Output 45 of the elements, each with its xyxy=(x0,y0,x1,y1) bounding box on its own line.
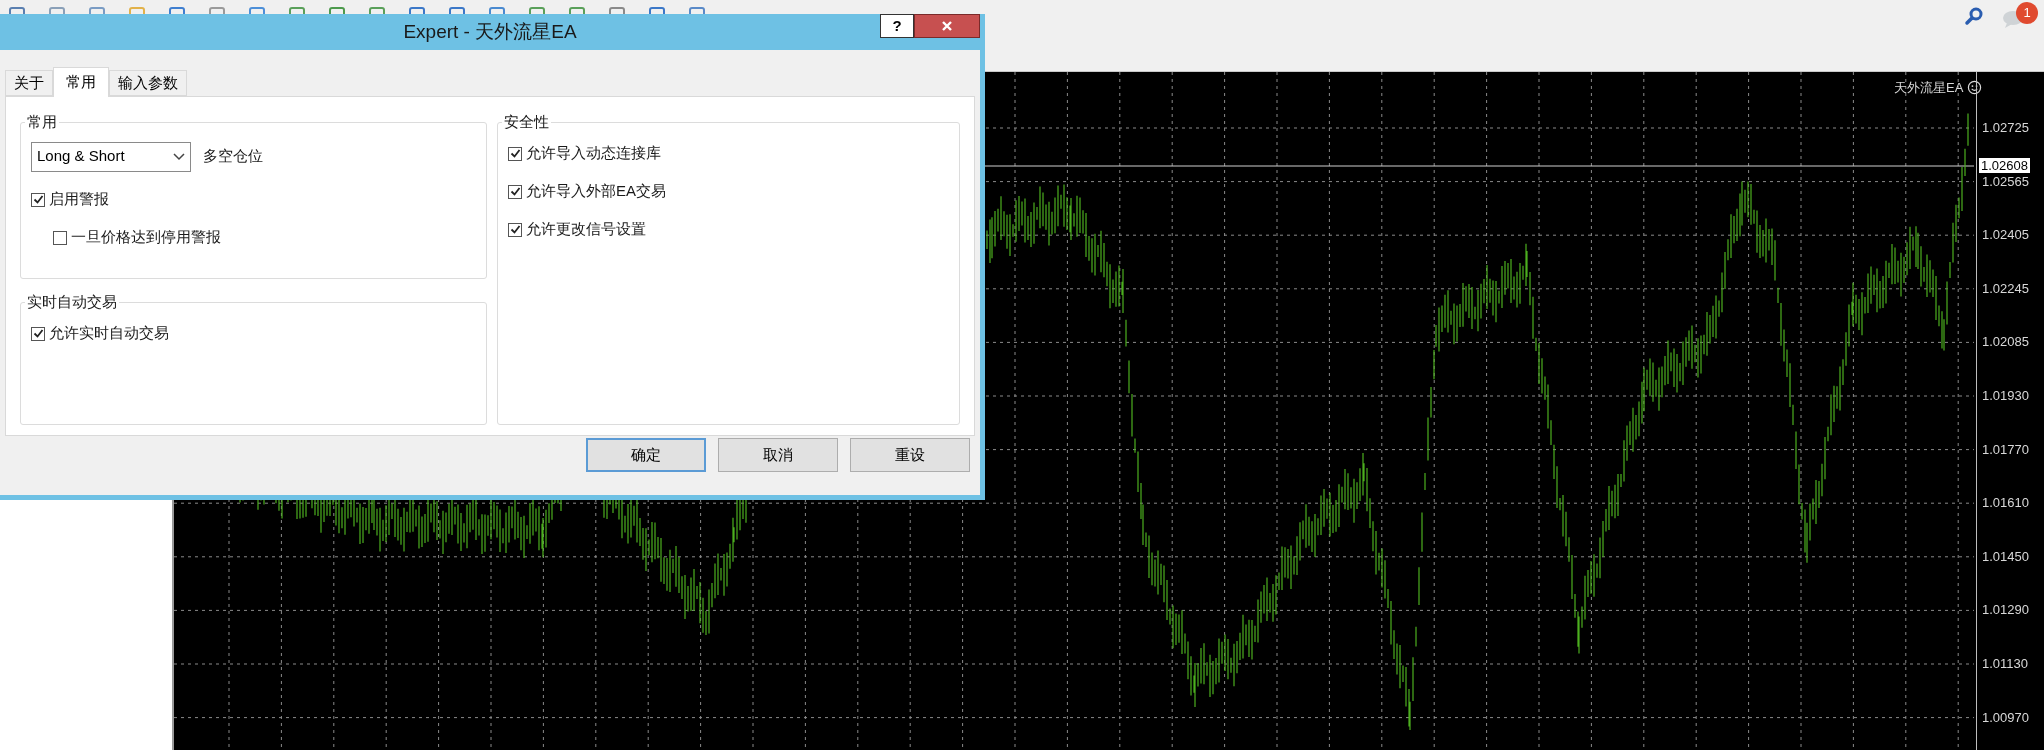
price-label: 1.01290 xyxy=(1982,603,2029,617)
window-title: Expert - 天外流星EA xyxy=(403,19,577,44)
notification-badge: 1 xyxy=(2016,2,2038,24)
chart-label: 天外流星EA xyxy=(1894,79,1964,97)
price-label: 1.01130 xyxy=(1982,657,2029,670)
checkbox[interactable] xyxy=(31,326,45,341)
current-price-tag: 1.02608 xyxy=(1979,158,2030,173)
checkbox[interactable] xyxy=(31,192,45,207)
price-label: 1.02405 xyxy=(1982,228,2029,242)
smiley-icon xyxy=(1967,80,1983,96)
price-label: 1.00970 xyxy=(1982,710,2029,724)
checkbox[interactable] xyxy=(508,184,522,199)
dropdown[interactable]: Long & Short xyxy=(31,141,191,172)
checkbox[interactable] xyxy=(508,146,522,161)
checkbox[interactable] xyxy=(53,230,67,245)
tab[interactable]: 关于 xyxy=(5,70,53,96)
price-label: 1.02085 xyxy=(1982,335,2029,349)
price-label: 1.02725 xyxy=(1982,121,2029,134)
price-label: 1.01450 xyxy=(1982,549,2029,563)
checkbox-label: 一旦价格达到停用警报 xyxy=(71,227,221,248)
dialog-button[interactable]: 重设 xyxy=(850,438,970,472)
checkbox-label: 允许实时自动交易 xyxy=(49,323,169,344)
group-title: 实时自动交易 xyxy=(26,292,118,312)
price-label: 1.01770 xyxy=(1982,442,2029,456)
checkbox-label: 允许更改信号设置 xyxy=(526,219,646,240)
help-button[interactable]: ? xyxy=(880,14,914,38)
group-title: 常用 xyxy=(26,112,58,132)
price-label: 1.02245 xyxy=(1982,281,2029,295)
checkbox-label: 允许导入动态连接库 xyxy=(526,143,661,164)
chevron-icon xyxy=(173,152,185,161)
close-button[interactable] xyxy=(914,14,980,38)
search-icon[interactable] xyxy=(1964,6,1984,26)
tab[interactable]: 常用 xyxy=(53,67,109,97)
dialog-button[interactable]: 确定 xyxy=(586,438,706,472)
price-label: 1.01610 xyxy=(1982,496,2029,510)
tab[interactable]: 输入参数 xyxy=(109,70,187,96)
dropdown-label: 多空仓位 xyxy=(203,146,263,167)
checkbox[interactable] xyxy=(508,222,522,237)
checkbox-label: 启用警报 xyxy=(49,189,109,210)
price-label: 1.02565 xyxy=(1982,174,2029,188)
checkbox-label: 允许导入外部EA交易 xyxy=(526,181,666,202)
group-title: 安全性 xyxy=(503,112,550,132)
dialog-button[interactable]: 取消 xyxy=(718,438,838,472)
price-label: 1.01930 xyxy=(1982,389,2029,402)
close-icon xyxy=(941,21,953,31)
